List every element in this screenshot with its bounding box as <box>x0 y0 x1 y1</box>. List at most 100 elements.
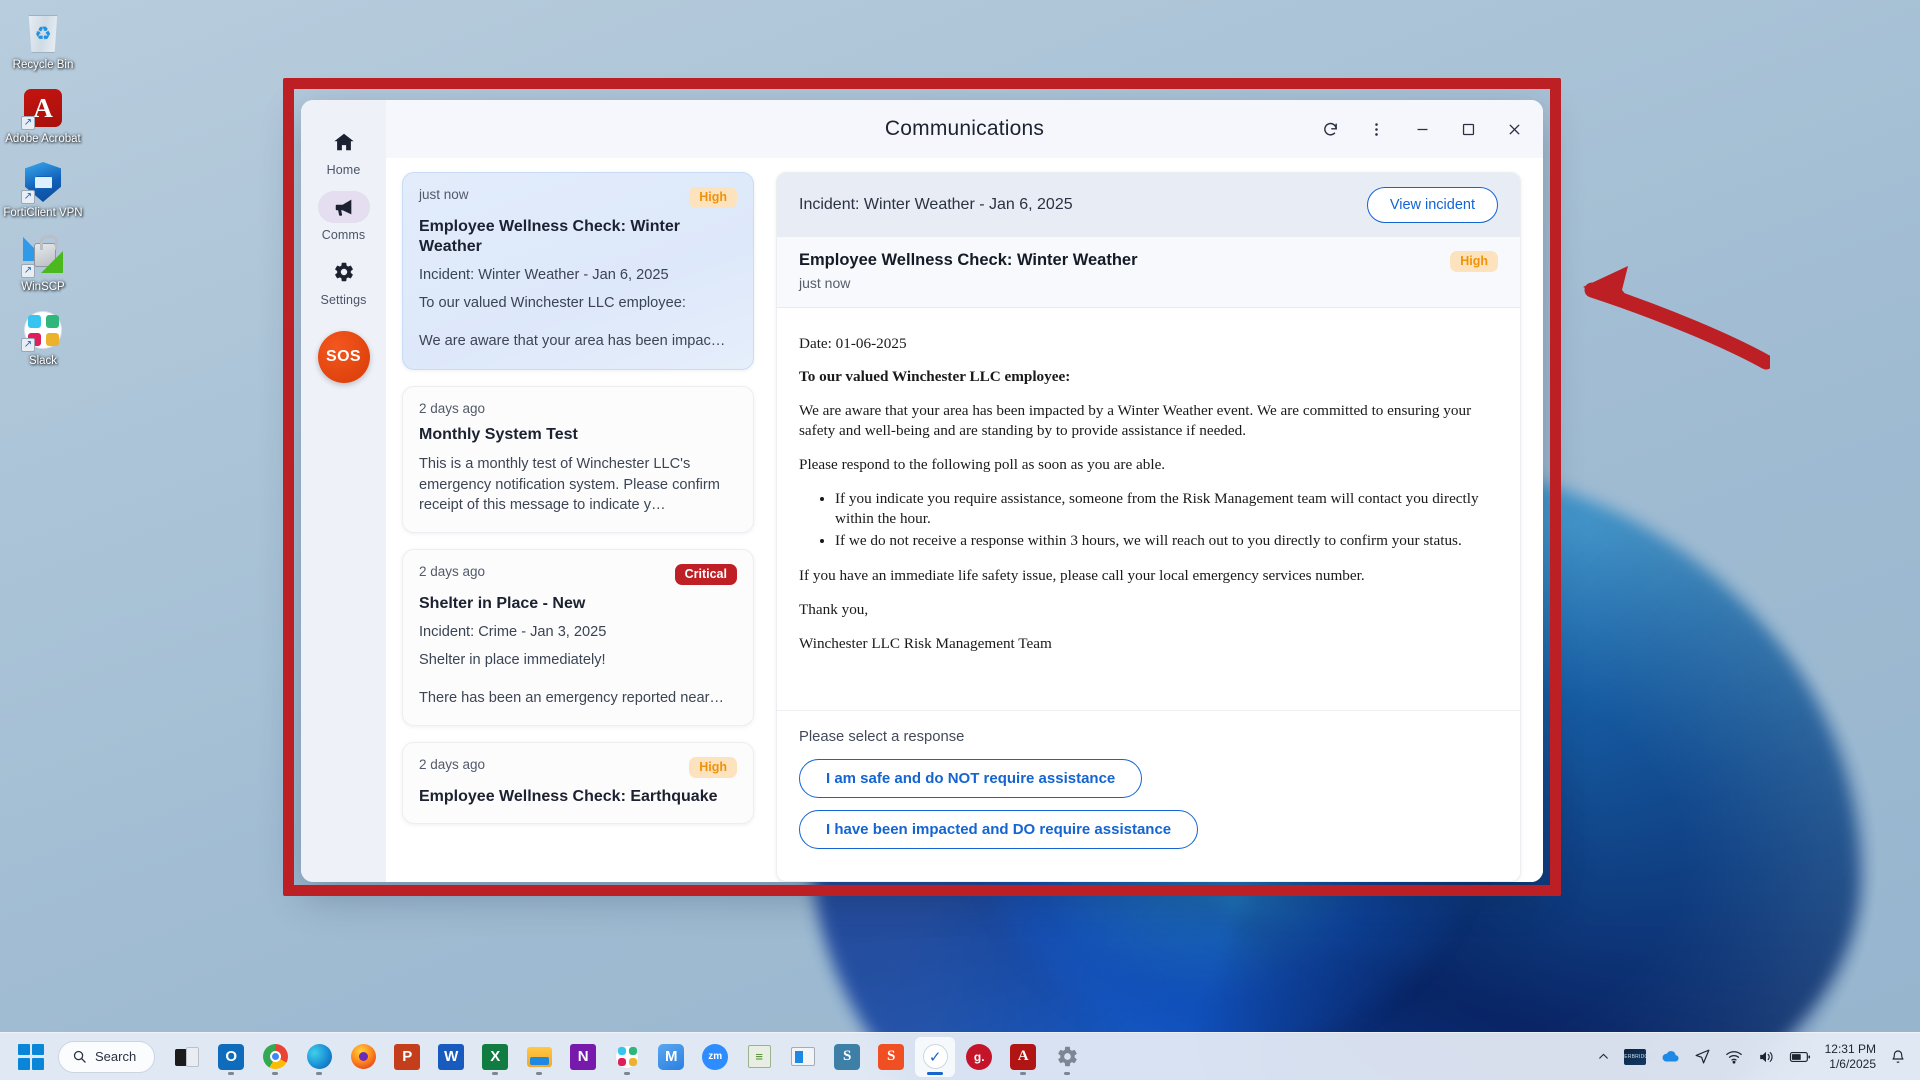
show-hidden-icons-button[interactable] <box>1597 1050 1610 1063</box>
taskbar-app-everbridge[interactable]: ✓ <box>915 1036 956 1077</box>
app-body: just now High Employee Wellness Check: W… <box>386 158 1543 882</box>
message-list[interactable]: just now High Employee Wellness Check: W… <box>386 158 768 882</box>
taskbar-app-snipping-tool[interactable] <box>783 1037 823 1077</box>
incident-bar: Incident: Winter Weather - Jan 6, 2025 V… <box>777 173 1520 237</box>
running-indicator <box>536 1071 543 1075</box>
settings-pill <box>318 256 370 288</box>
volume-icon[interactable] <box>1757 1049 1775 1065</box>
desktop-icon-winscp[interactable]: ↗ WinSCP <box>1 228 85 298</box>
body-bullet-item: If we do not receive a response within 3… <box>835 531 1498 551</box>
sidebar-item-home[interactable]: Home <box>306 122 382 185</box>
desktop-icon-recycle-bin[interactable]: Recycle Bin <box>1 6 85 76</box>
body-bullet-item: If you indicate you require assistance, … <box>835 489 1498 529</box>
taskbar-app-slack[interactable] <box>607 1037 647 1077</box>
taskbar-app-settings[interactable] <box>1047 1037 1087 1077</box>
desktop-icon-label: Adobe Acrobat <box>5 133 81 145</box>
notifications-bell-icon[interactable] <box>1890 1049 1906 1065</box>
taskbar-app-onenote[interactable]: N <box>563 1037 603 1077</box>
taskbar-app-excel[interactable]: X <box>475 1037 515 1077</box>
battery-icon[interactable] <box>1789 1050 1811 1064</box>
message-list-item[interactable]: 2 days ago Critical Shelter in Place - N… <box>402 549 754 727</box>
home-pill <box>318 126 370 158</box>
gear-icon <box>1057 1046 1077 1067</box>
taskbar-app-outlook[interactable]: O <box>211 1037 251 1077</box>
sidebar-item-label: Comms <box>321 228 366 242</box>
taskbar-apps: Search O P W X N M zm ≡ S S ✓ g. A <box>14 1036 1087 1077</box>
taskbar-app-notepad-plus[interactable]: ≡ <box>739 1037 779 1077</box>
taskbar-app-snagit[interactable]: S <box>871 1037 911 1077</box>
poll-option-safe[interactable]: I am safe and do NOT require assistance <box>799 759 1143 798</box>
taskbar-search[interactable]: Search <box>58 1040 156 1073</box>
window-controls <box>1315 114 1529 144</box>
app-main-column: Communications just now High Employee We… <box>386 100 1543 882</box>
message-detail-card: Incident: Winter Weather - Jan 6, 2025 V… <box>776 172 1521 882</box>
wifi-icon[interactable] <box>1725 1049 1743 1064</box>
desktop-icon-forticlient-vpn[interactable]: ↗ FortiClient VPN <box>1 154 85 224</box>
message-card-header: 2 days ago <box>419 401 737 416</box>
sidebar-item-settings[interactable]: Settings <box>306 252 382 315</box>
shortcut-arrow-icon: ↗ <box>21 338 35 352</box>
maximize-button[interactable] <box>1453 114 1483 144</box>
sidebar-item-label: Settings <box>320 293 367 307</box>
body-bullet-list: If you indicate you require assistance, … <box>835 489 1498 551</box>
message-salutation: To our valued Winchester LLC employee: <box>419 295 686 312</box>
body-salutation: To our valued Winchester LLC employee: <box>799 368 1071 386</box>
message-timestamp: 2 days ago <box>419 400 486 416</box>
message-title: Monthly System Test <box>419 425 578 443</box>
megaphone-icon <box>335 199 351 216</box>
everbridge-tray-icon[interactable]: EVERBRIDGE <box>1617 1048 1652 1065</box>
taskbar-app-edge[interactable] <box>299 1037 339 1077</box>
incident-label: Incident: Winter Weather - Jan 6, 2025 <box>799 196 1073 213</box>
message-card-header: just now High <box>419 187 737 208</box>
body-paragraph-1: We are aware that your area has been imp… <box>799 402 1472 440</box>
close-button[interactable] <box>1499 114 1529 144</box>
desktop-icon-label: FortiClient VPN <box>3 207 83 219</box>
poll-option-need-assistance[interactable]: I have been impacted and DO require assi… <box>799 810 1199 849</box>
taskbar-app-acrobat[interactable]: A <box>1003 1037 1043 1077</box>
refresh-button[interactable] <box>1315 114 1345 144</box>
message-list-item[interactable]: 2 days ago Monthly System Test This is a… <box>402 385 754 534</box>
sidebar-item-comms[interactable]: Comms <box>306 187 382 250</box>
desktop-icon-label: Recycle Bin <box>12 59 74 71</box>
taskbar-app-word[interactable]: W <box>431 1037 471 1077</box>
priority-badge: High <box>689 187 737 208</box>
location-icon[interactable] <box>1694 1048 1711 1065</box>
sos-button[interactable]: SOS <box>317 331 370 383</box>
message-detail-pane: Incident: Winter Weather - Jan 6, 2025 V… <box>768 158 1543 882</box>
message-timestamp: 2 days ago <box>419 757 486 773</box>
message-card-header: 2 days ago High <box>419 757 737 778</box>
close-icon <box>1509 124 1519 134</box>
minimize-icon <box>1417 128 1427 130</box>
taskbar-app-chrome[interactable] <box>255 1037 295 1077</box>
taskbar-app-zoom[interactable]: zm <box>695 1037 735 1077</box>
body-paragraph-3: If you have an immediate life safety iss… <box>799 566 1365 584</box>
start-button[interactable] <box>18 1043 44 1070</box>
taskbar-app-monday[interactable]: M <box>651 1037 691 1077</box>
comms-pill <box>317 191 370 223</box>
onedrive-icon[interactable] <box>1660 1049 1680 1064</box>
desktop-icon-slack[interactable]: ↗ Slack <box>1 302 85 372</box>
view-incident-button[interactable]: View incident <box>1366 187 1498 223</box>
minimize-button[interactable] <box>1407 114 1437 144</box>
taskbar-clock[interactable]: 12:31 PM 1/6/2025 <box>1825 1042 1876 1072</box>
taskbar-app-powerpoint[interactable]: P <box>387 1037 427 1077</box>
running-indicator <box>927 1071 944 1075</box>
detail-title: Employee Wellness Check: Winter Weather <box>799 251 1138 269</box>
taskbar-app-firefox[interactable] <box>343 1037 383 1077</box>
priority-badge: High <box>689 757 737 778</box>
more-options-button[interactable] <box>1361 114 1391 144</box>
taskbar-app-grammarly[interactable]: g. <box>959 1037 999 1077</box>
desktop-icon-label: Slack <box>28 355 58 367</box>
recycle-bin-icon <box>21 12 65 56</box>
message-list-item[interactable]: just now High Employee Wellness Check: W… <box>402 172 754 370</box>
refresh-icon <box>1323 122 1337 136</box>
desktop-icon-adobe-acrobat[interactable]: A ↗ Adobe Acrobat <box>1 80 85 150</box>
adobe-acrobat-icon: A ↗ <box>21 86 65 130</box>
running-indicator <box>228 1071 235 1075</box>
taskbar-app-file-explorer[interactable] <box>519 1037 559 1077</box>
message-list-item[interactable]: 2 days ago High Employee Wellness Check:… <box>402 742 754 825</box>
taskbar-app-snagit-editor[interactable]: S <box>827 1037 867 1077</box>
windows-taskbar: Search O P W X N M zm ≡ S S ✓ g. A EVERB… <box>0 1032 1920 1080</box>
taskbar-app-task-view[interactable] <box>167 1037 207 1077</box>
priority-badge: Critical <box>674 564 737 585</box>
